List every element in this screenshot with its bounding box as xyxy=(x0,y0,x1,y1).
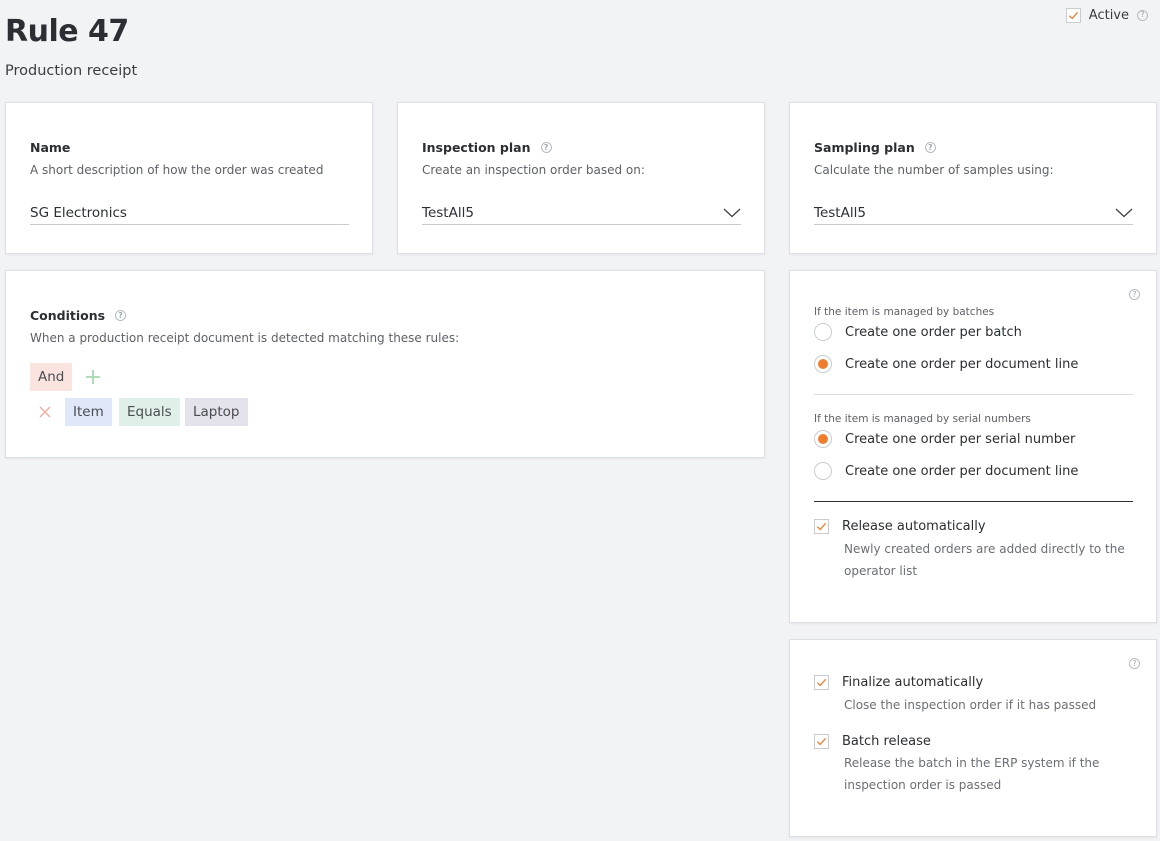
inspection-plan-description: Create an inspection order based on: xyxy=(422,163,645,177)
help-icon[interactable]: ? xyxy=(540,142,552,153)
batch-option-label: Create one order per document line xyxy=(845,356,1079,372)
finalize-description: Close the inspection order if it has pas… xyxy=(844,698,1097,712)
condition-value-tag[interactable]: Laptop xyxy=(185,398,248,426)
conditions-description: When a production receipt document is de… xyxy=(30,331,460,345)
batch-release-label: Batch release xyxy=(842,734,931,749)
sampling-plan-label: Sampling plan ? xyxy=(814,140,936,155)
operator-tag[interactable]: And xyxy=(30,363,73,391)
name-description: A short description of how the order was… xyxy=(30,163,324,177)
finalize-checkbox[interactable] xyxy=(814,675,829,690)
conditions-card: Conditions ? When a production receipt d… xyxy=(5,270,765,458)
name-input-value: SG Electronics xyxy=(30,204,127,221)
condition-comparator-tag[interactable]: Equals xyxy=(119,398,180,426)
finalize-automatically-option[interactable]: Finalize automatically xyxy=(814,675,983,690)
conditions-label-text: Conditions xyxy=(30,308,106,323)
divider xyxy=(814,501,1133,502)
help-icon[interactable]: ? xyxy=(1129,658,1140,669)
checkmark-icon xyxy=(816,737,827,746)
release-checkbox[interactable] xyxy=(814,519,829,534)
batch-release-description-line: inspection order is passed xyxy=(844,778,1002,792)
inspection-plan-label: Inspection plan ? xyxy=(422,140,552,155)
chevron-down-icon[interactable] xyxy=(723,208,741,218)
name-card: Name A short description of how the orde… xyxy=(5,102,373,254)
sampling-plan-label-text: Sampling plan xyxy=(814,140,915,155)
active-label: Active xyxy=(1088,7,1129,23)
active-checkbox[interactable] xyxy=(1065,7,1081,23)
help-icon[interactable]: ? xyxy=(1129,289,1140,300)
divider xyxy=(814,394,1133,395)
page-subtitle: Production receipt xyxy=(5,63,138,79)
help-icon[interactable]: ? xyxy=(115,310,127,321)
serial-heading: If the item is managed by serial numbers xyxy=(814,413,1031,425)
condition-field-tag[interactable]: Item xyxy=(65,398,112,426)
name-label: Name xyxy=(30,140,70,155)
checkmark-icon xyxy=(816,678,827,687)
inspection-plan-card: Inspection plan ? Create an inspection o… xyxy=(397,102,765,254)
serial-option-per-document-line[interactable]: Create one order per document line xyxy=(814,462,1078,480)
serial-option-per-serial[interactable]: Create one order per serial number xyxy=(814,430,1075,448)
radio-button[interactable] xyxy=(814,462,832,480)
finalize-label: Finalize automatically xyxy=(842,675,984,690)
plus-icon[interactable] xyxy=(85,369,101,385)
help-icon[interactable]: ? xyxy=(924,142,936,153)
release-automatically-option[interactable]: Release automatically xyxy=(814,519,986,534)
release-description-line: Newly created orders are added directly … xyxy=(844,542,1125,556)
sampling-plan-description: Calculate the number of samples using: xyxy=(814,163,1054,177)
page-title: Rule 47 xyxy=(5,14,129,49)
batch-option-per-batch[interactable]: Create one order per batch xyxy=(814,323,1022,341)
sampling-plan-select[interactable]: TestAll5 xyxy=(814,201,1133,225)
release-label: Release automatically xyxy=(842,519,986,534)
name-input[interactable]: SG Electronics xyxy=(30,201,349,225)
radio-button[interactable] xyxy=(814,430,832,448)
inspection-plan-select[interactable]: TestAll5 xyxy=(422,201,741,225)
release-description: Newly created orders are added directly … xyxy=(844,538,1125,582)
inspection-plan-value: TestAll5 xyxy=(422,204,474,221)
inspection-plan-label-text: Inspection plan xyxy=(422,140,531,155)
checkmark-icon xyxy=(1068,11,1078,19)
active-toggle[interactable]: Active ? xyxy=(1065,6,1148,24)
release-description-line: operator list xyxy=(844,564,918,578)
batch-release-description-line: Release the batch in the ERP system if t… xyxy=(844,756,1100,770)
close-icon[interactable] xyxy=(39,406,51,418)
batch-option-label: Create one order per batch xyxy=(845,324,1022,340)
sampling-plan-value: TestAll5 xyxy=(814,204,866,221)
batch-release-checkbox[interactable] xyxy=(814,734,829,749)
serial-option-label: Create one order per serial number xyxy=(845,431,1076,447)
radio-button[interactable] xyxy=(814,323,832,341)
batch-release-option[interactable]: Batch release xyxy=(814,734,931,749)
chevron-down-icon[interactable] xyxy=(1115,208,1133,218)
help-icon[interactable]: ? xyxy=(1137,9,1148,21)
finalize-card: ? Finalize automatically Close the inspe… xyxy=(789,639,1157,837)
sampling-plan-card: Sampling plan ? Calculate the number of … xyxy=(789,102,1157,254)
order-creation-card: ? If the item is managed by batches Crea… xyxy=(789,270,1157,623)
conditions-label: Conditions ? xyxy=(30,308,127,323)
radio-button[interactable] xyxy=(814,355,832,373)
batches-heading: If the item is managed by batches xyxy=(814,306,995,318)
serial-option-label: Create one order per document line xyxy=(845,463,1079,479)
name-label-text: Name xyxy=(30,140,71,155)
batch-option-per-document-line[interactable]: Create one order per document line xyxy=(814,355,1078,373)
batch-release-description: Release the batch in the ERP system if t… xyxy=(844,752,1099,796)
checkmark-icon xyxy=(816,522,827,531)
